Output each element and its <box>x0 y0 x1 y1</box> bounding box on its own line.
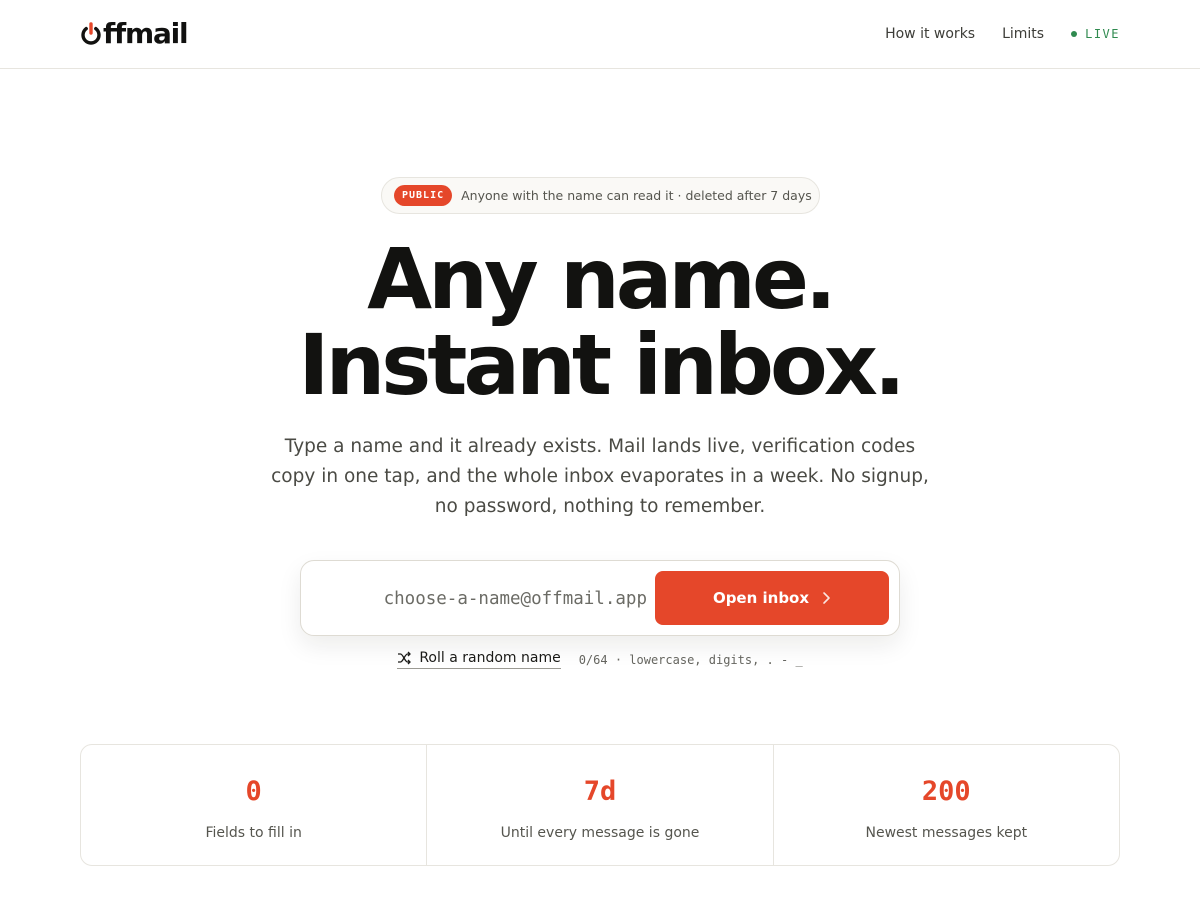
stat-label: Until every message is gone <box>500 825 700 841</box>
chevron-right-icon <box>823 592 830 604</box>
stats-panel: 0 Fields to fill in 7d Until every messa… <box>80 744 1120 866</box>
open-inbox-form: Open inbox <box>300 560 900 636</box>
open-inbox-label: Open inbox <box>712 589 810 607</box>
stat-retention: 7d Until every message is gone <box>426 745 772 865</box>
stat-value: 0 <box>245 776 262 807</box>
name-rules-hint: 0/64 · lowercase, digits, . - _ <box>578 652 803 667</box>
title-line-2: Instant inbox. <box>298 316 906 414</box>
page-title: Any name. Instant inbox. <box>0 236 1200 408</box>
hero-description: Type a name and it already exists. Mail … <box>271 436 929 517</box>
inbox-name-input[interactable] <box>315 573 647 625</box>
stat-messages-kept: 200 Newest messages kept <box>772 745 1119 865</box>
stat-label: Fields to fill in <box>205 825 302 841</box>
shuffle-icon <box>398 651 412 665</box>
public-badge: PUBLIC <box>394 185 453 206</box>
open-inbox-button[interactable]: Open inbox <box>655 571 889 625</box>
roll-random-name-label: Roll a random name <box>419 650 561 666</box>
live-label: LIVE <box>1085 27 1120 41</box>
site-header: offmail ffmail How it works Limits LIVE <box>0 0 1200 69</box>
top-nav: How it works Limits LIVE <box>885 22 1120 46</box>
stat-value: 200 <box>921 776 971 807</box>
stat-value: 7d <box>583 776 617 807</box>
logo-link[interactable]: offmail ffmail <box>80 15 189 51</box>
public-notice-text: Anyone with the name can read it · delet… <box>461 188 812 203</box>
status-dot-icon <box>1071 31 1078 37</box>
public-notice: PUBLIC Anyone with the name can read it … <box>381 177 820 214</box>
live-status: LIVE <box>1071 27 1120 41</box>
roll-random-name-button[interactable]: Roll a random name <box>397 650 561 669</box>
logo-wordmark-rest: ffmail <box>103 16 189 50</box>
input-helper-row: Roll a random name 0/64 · lowercase, dig… <box>0 650 1200 669</box>
stat-fields: 0 Fields to fill in <box>81 745 426 865</box>
stat-label: Newest messages kept <box>865 825 1028 841</box>
power-icon <box>80 21 102 47</box>
nav-link-limits[interactable]: Limits <box>1002 26 1044 42</box>
title-line-1: Any name. <box>367 230 837 328</box>
nav-link-how-it-works[interactable]: How it works <box>885 26 975 42</box>
